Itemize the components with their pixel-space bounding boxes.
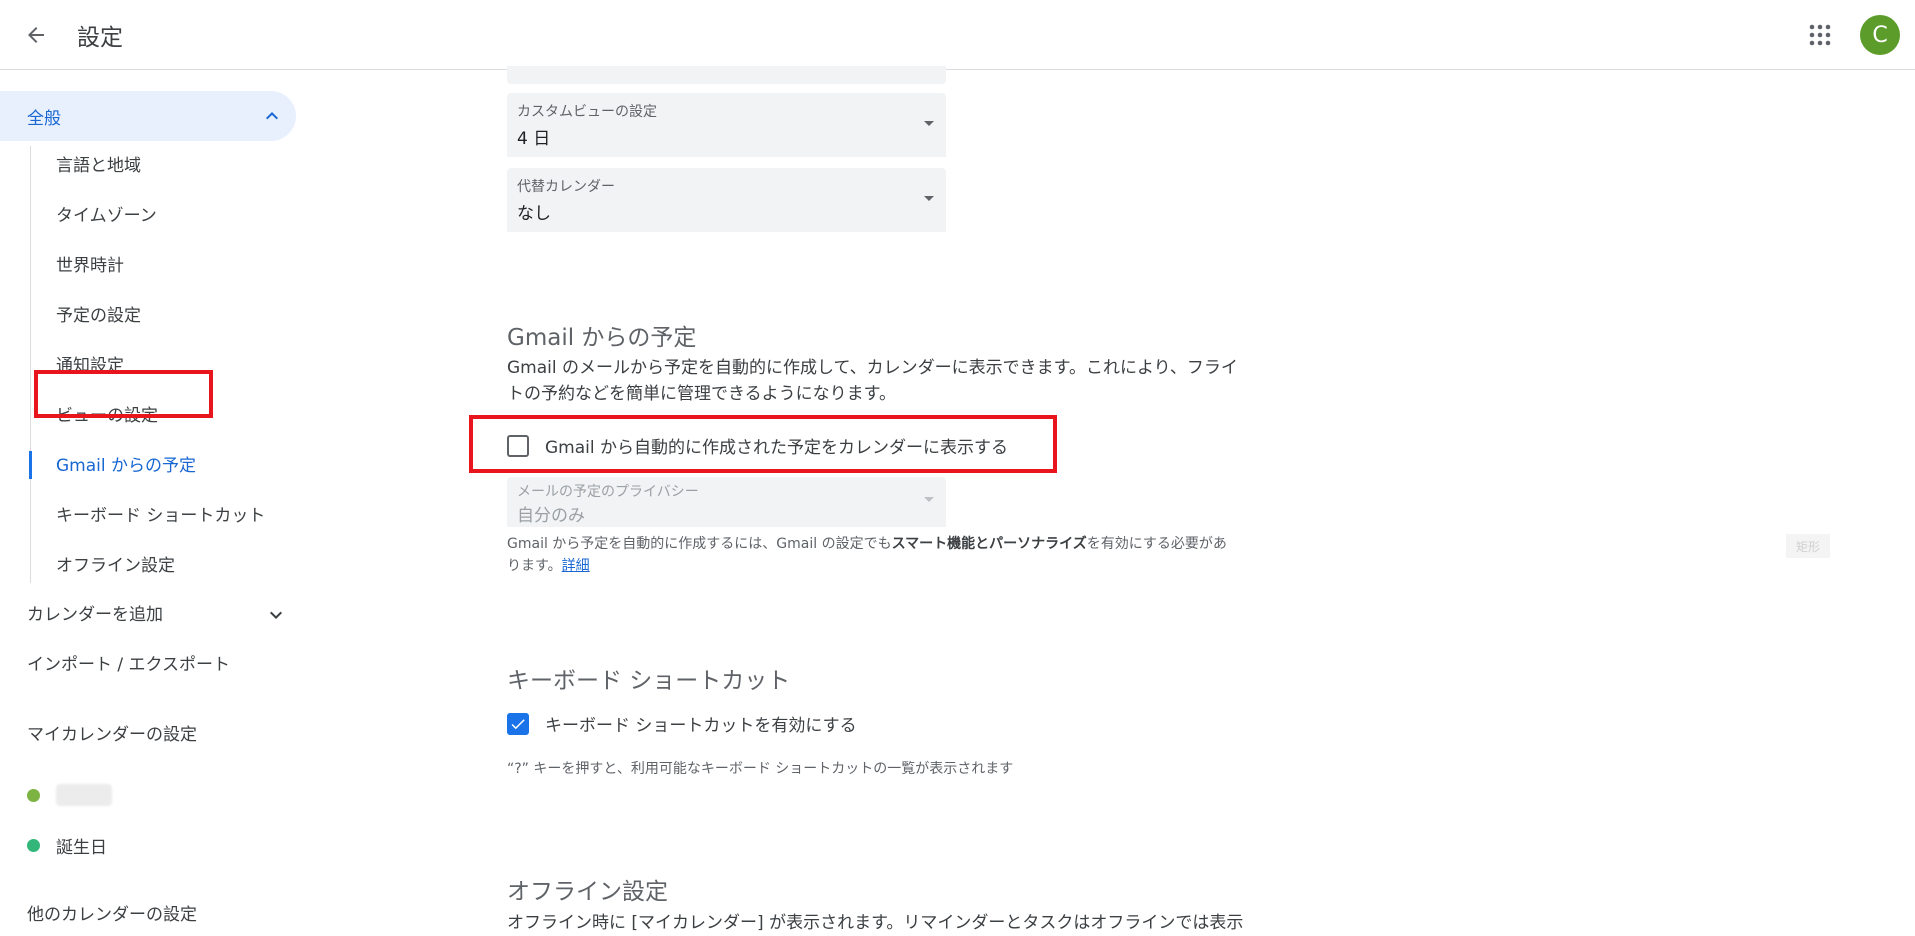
sidebar-item-add-calendar[interactable]: カレンダーを追加 (27, 600, 297, 630)
page-title: 設定 (77, 25, 123, 51)
my-calendars-header: マイカレンダーの設定 (27, 725, 197, 745)
active-indicator (29, 451, 32, 479)
sidebar-item-birthdays[interactable]: 誕生日 (27, 830, 107, 860)
blurred-calendar-name (56, 784, 112, 806)
calendar-color-dot (27, 838, 40, 852)
calendar-color-dot (27, 788, 40, 802)
highlight-box-sidebar (34, 370, 213, 418)
sidebar-item-timezone[interactable]: タイムゾーン (56, 201, 157, 231)
gmail-note: Gmail から予定を自動的に作成するには、Gmail の設定でもスマート機能と… (507, 533, 1227, 577)
field-label: カスタムビューの設定 (517, 104, 657, 120)
sidebar-item-language-region[interactable]: 言語と地域 (56, 151, 141, 181)
sidebar-item-label: カレンダーを追加 (27, 605, 163, 625)
section-title-gmail: Gmail からの予定 (507, 325, 697, 351)
highlight-box-main (469, 415, 1057, 473)
field-value: なし (517, 204, 551, 224)
sidebar-item-label: 誕生日 (56, 837, 107, 858)
sidebar-item-my-calendar[interactable] (27, 780, 112, 810)
description-line: Gmail のメールから予定を自動的に作成して、カレンダーに表示できます。これに… (507, 358, 1238, 378)
keyboard-shortcuts-checkbox[interactable] (507, 712, 529, 735)
note-text: ります。 (507, 558, 562, 574)
settings-sidebar: 全般 言語と地域 タイムゾーン 世界時計 予定の設定 通知設定 ビューの設定 G… (0, 71, 300, 936)
note-bold-text: スマート機能とパーソナライズ (891, 536, 1087, 552)
avatar[interactable]: C (1860, 15, 1900, 55)
field-value: 自分のみ (517, 506, 585, 526)
learn-more-link[interactable]: 詳細 (562, 558, 590, 574)
arrow-back-icon (28, 27, 44, 43)
field-label: メールの予定のプライバシー (517, 484, 699, 500)
sidebar-item-label: 全般 (27, 108, 61, 129)
app-header: 設定 C (0, 0, 1915, 70)
apps-grid-icon (1809, 24, 1831, 46)
sidebar-item-offline[interactable]: オフライン設定 (56, 551, 175, 581)
chevron-down-icon (270, 611, 282, 619)
note-text: を有効にする必要があ (1086, 536, 1227, 552)
checkbox-label: キーボード ショートカットを有効にする (545, 716, 857, 736)
gmail-description: Gmail のメールから予定を自動的に作成して、カレンダーに表示できます。これに… (507, 355, 1238, 407)
sidebar-item-keyboard-shortcuts[interactable]: キーボード ショートカット (56, 501, 265, 531)
checkmark-icon (511, 718, 525, 729)
sidebar-item-event-settings[interactable]: 予定の設定 (56, 301, 141, 331)
custom-view-select[interactable]: カスタムビューの設定 4 日 (507, 93, 946, 157)
back-button[interactable] (18, 17, 54, 53)
note-text: Gmail から予定を自動的に作成するには、Gmail の設定でも (507, 536, 892, 552)
dropdown-caret-icon (924, 196, 934, 201)
other-calendars-header: 他のカレンダーの設定 (27, 905, 197, 925)
keyboard-shortcuts-checkbox-row[interactable]: キーボード ショートカットを有効にする (507, 711, 857, 736)
ghost-label: 矩形 (1786, 534, 1830, 558)
keyboard-hint: “?” キーを押すと、利用可能なキーボード ショートカットの一覧が表示されます (507, 761, 1014, 777)
offline-description: オフライン時に [マイカレンダー] が表示されます。リマインダーとタスクはオフラ… (507, 913, 1244, 933)
section-title-keyboard: キーボード ショートカット (507, 668, 791, 694)
field-value: 4 日 (517, 129, 551, 149)
section-title-offline: オフライン設定 (507, 879, 668, 905)
dropdown-caret-icon (924, 121, 934, 126)
sidebar-item-import-export[interactable]: インポート / エクスポート (27, 650, 230, 680)
field-label: 代替カレンダー (517, 179, 615, 195)
sidebar-subtree-line (30, 146, 31, 583)
sidebar-item-world-clock[interactable]: 世界時計 (56, 251, 124, 281)
chevron-up-icon (266, 112, 278, 120)
alternate-calendar-select[interactable]: 代替カレンダー なし (507, 168, 946, 232)
email-event-privacy-select[interactable]: メールの予定のプライバシー 自分のみ (507, 477, 946, 527)
sidebar-item-events-from-gmail[interactable]: Gmail からの予定 (56, 451, 196, 481)
dropdown-caret-icon (924, 497, 934, 502)
description-line: トの予約などを簡単に管理できるようになります。 (507, 384, 896, 404)
sidebar-item-general[interactable]: 全般 (0, 91, 296, 141)
apps-button[interactable] (1802, 17, 1838, 53)
prev-field-bottom (507, 66, 946, 84)
